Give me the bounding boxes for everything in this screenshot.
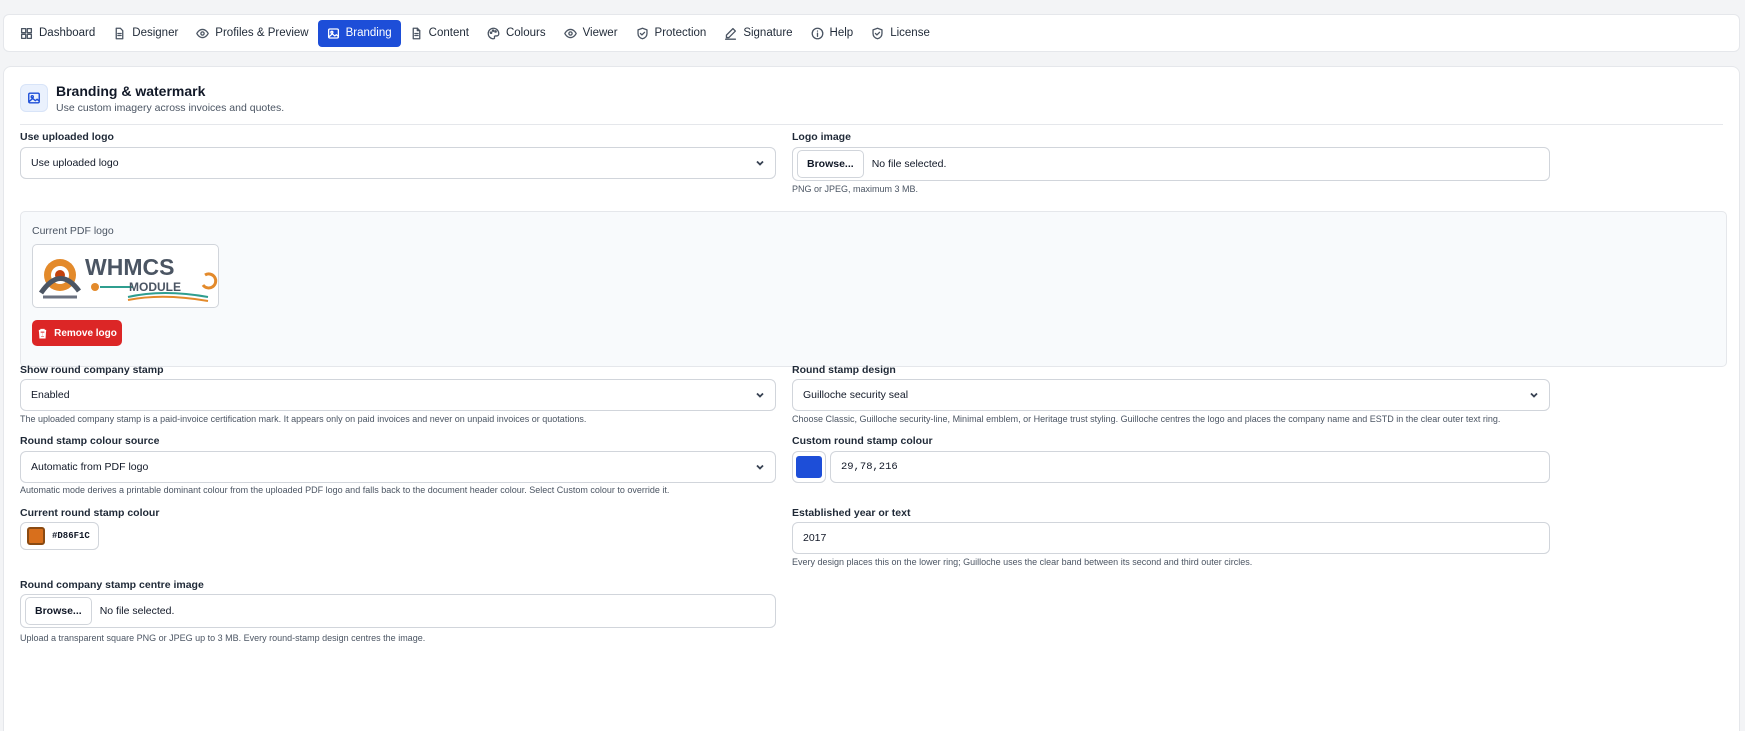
show-stamp-label: Show round company stamp [20, 364, 164, 376]
tab-label: Help [829, 27, 854, 39]
section-title: Branding & watermark [56, 83, 206, 99]
established-value: 2017 [803, 532, 827, 544]
remove-logo-label: Remove logo [54, 327, 117, 339]
tab-label: Dashboard [39, 27, 96, 39]
select-value: Guilloche security seal [803, 389, 909, 401]
tab-label: Viewer [582, 27, 618, 39]
current-colour-value: #D86F1C [52, 531, 90, 541]
shield-check-icon [636, 27, 648, 39]
current-logo-panel: Current PDF logo WHMCS MODULE Remove log… [20, 211, 1727, 367]
tab-profiles-preview[interactable]: Profiles & Preview [187, 20, 317, 47]
divider [20, 124, 1723, 125]
logo-image-label: Logo image [792, 131, 851, 143]
section-subtitle: Use custom imagery across invoices and q… [56, 102, 285, 114]
custom-colour-label: Custom round stamp colour [792, 435, 933, 447]
tab-license[interactable]: License [862, 20, 939, 47]
current-logo-image: WHMCS MODULE [32, 244, 219, 308]
colour-swatch [27, 527, 45, 545]
trash-icon [38, 328, 47, 338]
tab-viewer[interactable]: Viewer [555, 20, 627, 47]
browse-button[interactable]: Browse... [797, 150, 864, 178]
logo-text-bottom: MODULE [129, 280, 181, 294]
file-status: No file selected. [99, 605, 175, 617]
grid-icon [20, 27, 33, 39]
chevron-down-icon [755, 390, 765, 400]
pen-icon [725, 27, 737, 40]
tab-label: Protection [654, 27, 707, 39]
info-icon [811, 27, 823, 39]
show-stamp-select[interactable]: Enabled [20, 379, 776, 411]
select-value: Enabled [31, 389, 70, 401]
shield-check-icon [872, 27, 883, 39]
colour-source-label: Round stamp colour source [20, 435, 160, 447]
tab-label: Signature [743, 27, 793, 39]
tab-colours[interactable]: Colours [478, 20, 555, 47]
tab-content[interactable]: Content [401, 20, 478, 47]
colour-source-help: Automatic mode derives a printable domin… [20, 485, 670, 495]
select-value: Use uploaded logo [31, 157, 119, 169]
chevron-down-icon [755, 158, 765, 168]
branding-card: Branding & watermark Use custom imagery … [3, 66, 1740, 731]
current-logo-label: Current PDF logo [32, 225, 114, 237]
established-label: Established year or text [792, 507, 911, 519]
stamp-design-help: Choose Classic, Guilloche security-line,… [792, 414, 1501, 424]
logo-image-help: PNG or JPEG, maximum 3 MB. [792, 184, 919, 194]
tab-label: License [890, 27, 930, 39]
centre-image-label: Round company stamp centre image [20, 579, 204, 591]
stamp-design-select[interactable]: Guilloche security seal [792, 379, 1550, 411]
tab-label: Branding [345, 27, 392, 39]
tab-label: Colours [505, 27, 546, 39]
colour-swatch [796, 456, 822, 478]
browse-button[interactable]: Browse... [25, 597, 92, 625]
current-colour-chip: #D86F1C [20, 522, 99, 550]
tab-help[interactable]: Help [802, 20, 863, 47]
file-text-icon [412, 27, 421, 39]
tab-dashboard[interactable]: Dashboard [11, 20, 104, 47]
centre-image-help: Upload a transparent square PNG or JPEG … [20, 633, 426, 643]
image-icon [28, 92, 40, 104]
document-icon [115, 27, 124, 39]
chevron-down-icon [755, 462, 765, 472]
tab-label: Content [428, 27, 469, 39]
chevron-down-icon [1529, 390, 1539, 400]
use-logo-select[interactable]: Use uploaded logo [20, 147, 776, 179]
eye-icon [563, 28, 577, 38]
eye-icon [196, 28, 210, 38]
use-logo-label: Use uploaded logo [20, 131, 114, 143]
stamp-design-label: Round stamp design [792, 364, 896, 376]
tab-branding[interactable]: Branding [317, 19, 401, 47]
file-status: No file selected. [871, 158, 947, 170]
tab-label: Profiles & Preview [215, 27, 309, 39]
current-colour-label: Current round stamp colour [20, 507, 160, 519]
whmcs-module-logo: WHMCS MODULE [38, 254, 218, 302]
select-value: Automatic from PDF logo [31, 461, 149, 473]
tab-designer[interactable]: Designer [104, 20, 187, 47]
image-icon [327, 27, 339, 39]
centre-image-file-input[interactable]: Browse... No file selected. [20, 594, 776, 628]
remove-logo-button[interactable]: Remove logo [32, 320, 122, 346]
logo-text-top: WHMCS [85, 254, 174, 280]
palette-icon [487, 27, 500, 39]
logo-image-file-input[interactable]: Browse... No file selected. [792, 147, 1550, 181]
custom-colour-input[interactable]: 29,78,216 [830, 451, 1550, 483]
custom-colour-picker[interactable] [792, 451, 826, 483]
tab-protection[interactable]: Protection [627, 20, 716, 47]
tab-label: Designer [132, 27, 179, 39]
custom-colour-value: 29,78,216 [841, 461, 898, 473]
established-help: Every design places this on the lower ri… [792, 557, 1253, 567]
show-stamp-help: The uploaded company stamp is a paid-inv… [20, 414, 587, 424]
established-input[interactable]: 2017 [792, 522, 1550, 554]
tab-signature[interactable]: Signature [715, 20, 801, 47]
top-nav: Dashboard Designer Profiles & Preview Br… [3, 14, 1740, 52]
section-icon [20, 84, 48, 112]
colour-source-select[interactable]: Automatic from PDF logo [20, 451, 776, 483]
